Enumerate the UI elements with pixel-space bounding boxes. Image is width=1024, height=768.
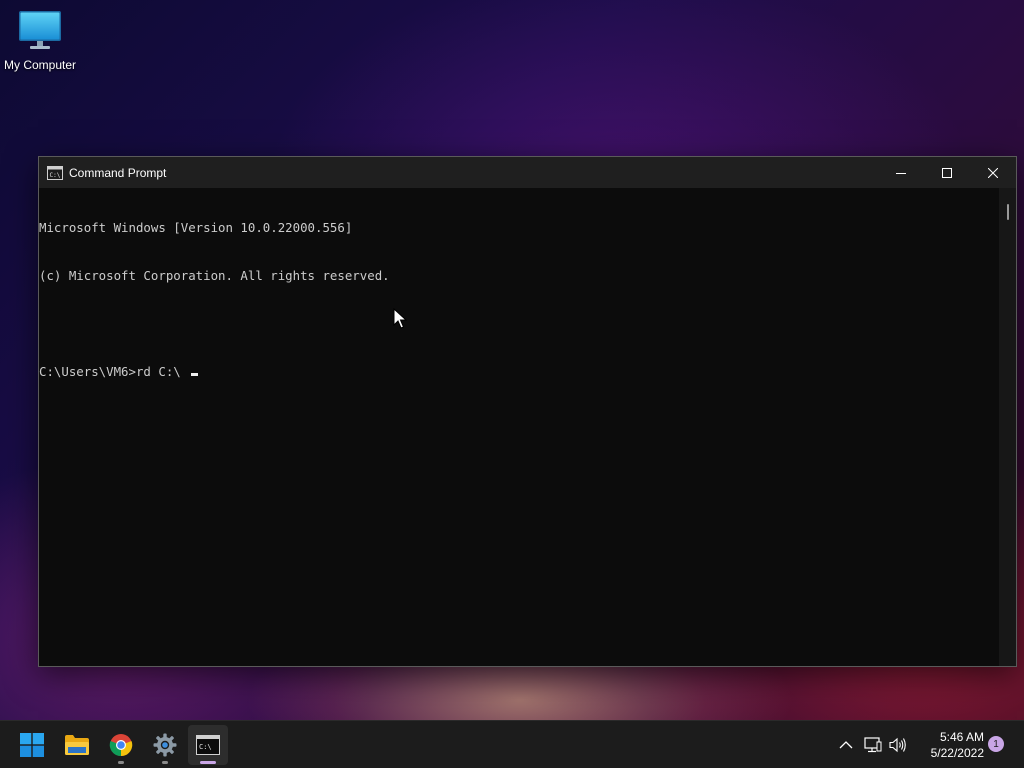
folder-icon — [65, 735, 89, 755]
active-indicator — [200, 761, 216, 764]
volume-icon — [889, 737, 906, 753]
svg-text:C:\: C:\ — [50, 172, 61, 179]
console-output[interactable]: Microsoft Windows [Version 10.0.22000.55… — [39, 188, 999, 666]
chrome-icon — [109, 734, 133, 757]
taskbar: C:\ 5:46 AM 5/22/2022 — [0, 720, 1024, 768]
taskbar-chrome[interactable] — [101, 725, 141, 765]
title-bar[interactable]: C:\ Command Prompt — [39, 157, 1016, 188]
console-line: (c) Microsoft Corporation. All rights re… — [39, 268, 390, 283]
desktop-icon-label: My Computer — [3, 58, 77, 72]
minimize-button[interactable] — [878, 157, 924, 188]
console-line: Microsoft Windows [Version 10.0.22000.55… — [39, 220, 353, 235]
maximize-icon — [942, 167, 952, 178]
taskbar-clock[interactable]: 5:46 AM 5/22/2022 — [912, 729, 984, 761]
console-prompt-line[interactable]: C:\Users\VM6>rd C:\ — [39, 364, 999, 380]
desktop-icon-my-computer[interactable]: My Computer — [2, 8, 78, 72]
mouse-pointer-icon — [393, 307, 408, 330]
clock-date: 5/22/2022 — [930, 746, 984, 760]
monitor-icon — [18, 8, 62, 52]
window-title: Command Prompt — [69, 165, 167, 180]
svg-text:C:\: C:\ — [199, 743, 212, 751]
command-prompt-window[interactable]: C:\ Command Prompt Microsoft Windows [Ve… — [38, 156, 1017, 667]
volume-button[interactable] — [888, 735, 908, 755]
close-button[interactable] — [970, 157, 1016, 188]
text-cursor — [191, 373, 199, 376]
terminal-icon: C:\ — [196, 735, 220, 755]
close-icon — [988, 167, 998, 178]
gear-icon — [153, 733, 177, 757]
clock-time: 5:46 AM — [939, 730, 984, 744]
minimize-icon — [896, 172, 906, 174]
vertical-scrollbar[interactable] — [999, 188, 1016, 666]
windows-start-icon — [20, 733, 44, 757]
terminal-icon: C:\ — [47, 165, 63, 181]
running-indicator — [162, 761, 168, 764]
scrollbar-thumb[interactable] — [1007, 204, 1009, 220]
network-button[interactable] — [863, 735, 883, 755]
maximize-button[interactable] — [924, 157, 970, 188]
show-hidden-icons-button[interactable] — [837, 735, 855, 755]
start-button[interactable] — [12, 725, 52, 765]
running-indicator — [118, 761, 124, 764]
taskbar-command-prompt[interactable]: C:\ — [188, 725, 228, 765]
network-icon — [864, 737, 882, 753]
taskbar-settings[interactable] — [145, 725, 185, 765]
chevron-up-icon — [839, 741, 853, 749]
console-prompt-text: C:\Users\VM6>rd C:\ — [39, 364, 189, 379]
taskbar-file-explorer[interactable] — [57, 725, 97, 765]
notification-badge[interactable]: 1 — [988, 736, 1004, 752]
